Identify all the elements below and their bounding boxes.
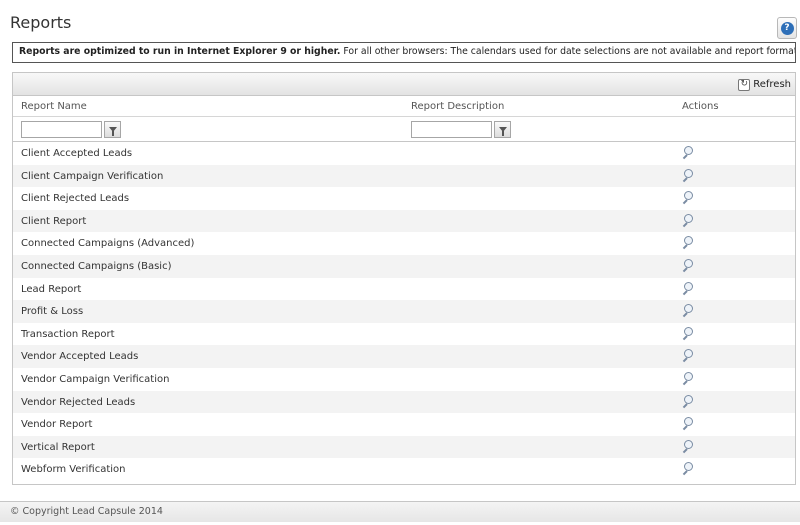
report-name-filter-input[interactable] xyxy=(21,121,102,138)
notice-bold-text: Reports are optimized to run in Internet… xyxy=(19,46,341,57)
help-icon: ? xyxy=(780,21,794,35)
report-name[interactable]: Client Accepted Leads xyxy=(21,148,132,159)
report-name[interactable]: Client Rejected Leads xyxy=(21,193,129,204)
magnifier-handle xyxy=(682,176,688,182)
report-name-filter-button[interactable] xyxy=(104,121,121,138)
report-name[interactable]: Connected Campaigns (Advanced) xyxy=(21,238,194,249)
report-name[interactable]: Transaction Report xyxy=(21,329,115,340)
view-report-button[interactable] xyxy=(682,304,696,318)
view-report-button[interactable] xyxy=(682,326,696,341)
view-report-button[interactable] xyxy=(682,213,696,228)
magnifier-handle xyxy=(682,380,688,386)
report-name[interactable]: Vendor Campaign Verification xyxy=(21,374,169,385)
report-description-filter-input[interactable] xyxy=(411,121,492,138)
report-name[interactable]: Lead Report xyxy=(21,284,81,295)
table-row: Transaction Report xyxy=(13,323,795,346)
refresh-label: Refresh xyxy=(753,79,791,90)
footer: © Copyright Lead Capsule 2014 xyxy=(0,501,800,522)
table-row: Client Rejected Leads xyxy=(13,187,795,210)
magnifier-handle xyxy=(682,222,688,228)
view-report-button[interactable] xyxy=(682,349,696,363)
table-row: Client Campaign Verification xyxy=(13,164,795,188)
magnifier-handle xyxy=(682,312,688,318)
magnifier-handle xyxy=(682,448,688,453)
filter-row xyxy=(13,117,795,142)
report-name[interactable]: Profit & Loss xyxy=(21,306,83,317)
table-row: Vendor Accepted Leads xyxy=(13,345,795,368)
magnifier-handle xyxy=(682,289,688,295)
magnifier-handle xyxy=(682,425,688,431)
view-report-button[interactable] xyxy=(682,439,696,454)
report-name[interactable]: Connected Campaigns (Basic) xyxy=(21,261,171,272)
table-row: Vendor Report xyxy=(13,413,795,436)
report-name[interactable]: Client Campaign Verification xyxy=(21,171,163,182)
help-button[interactable]: ? xyxy=(777,17,797,39)
view-report-button[interactable] xyxy=(682,146,696,160)
report-description-filter-button[interactable] xyxy=(494,121,511,138)
grid-header: Report Name Report Description Actions xyxy=(13,96,795,117)
report-name[interactable]: Vendor Rejected Leads xyxy=(21,397,135,408)
magnifier-handle xyxy=(682,199,688,205)
magnifier-handle xyxy=(682,244,688,250)
table-row: Lead Report xyxy=(13,278,795,301)
filter-icon xyxy=(498,127,507,136)
page-title: Reports xyxy=(10,13,72,32)
table-row: Vendor Rejected Leads xyxy=(13,390,795,414)
magnifier-handle xyxy=(682,335,688,340)
column-header-report-description[interactable]: Report Description xyxy=(411,101,504,112)
table-row: Client Report xyxy=(13,209,795,233)
view-report-button[interactable] xyxy=(682,258,696,273)
magnifier-icon xyxy=(684,394,693,404)
notice-text: For all other browsers: The calendars us… xyxy=(343,46,795,57)
filter-icon xyxy=(108,127,117,136)
magnifier-handle xyxy=(682,267,688,273)
view-report-button[interactable] xyxy=(682,281,696,296)
grid-toolbar: ↻ Refresh xyxy=(13,73,795,96)
table-row: Webform Verification xyxy=(13,458,795,481)
copyright-text: © Copyright Lead Capsule 2014 xyxy=(10,506,163,517)
table-row: Vertical Report xyxy=(13,435,795,459)
reports-list: Client Accepted Leads Client Campaign Ver… xyxy=(13,142,795,481)
report-name[interactable]: Vertical Report xyxy=(21,442,95,453)
view-report-button[interactable] xyxy=(682,417,696,431)
reports-grid: ↻ Refresh Report Name Report Description… xyxy=(12,72,796,485)
table-row: Client Accepted Leads xyxy=(13,142,795,165)
report-name[interactable]: Webform Verification xyxy=(21,464,125,475)
magnifier-handle xyxy=(682,402,688,408)
view-report-button[interactable] xyxy=(682,394,696,409)
refresh-icon: ↻ xyxy=(738,78,751,91)
view-report-button[interactable] xyxy=(682,191,696,205)
view-report-button[interactable] xyxy=(682,371,696,386)
magnifier-icon xyxy=(684,168,693,178)
report-name[interactable]: Vendor Report xyxy=(21,419,92,430)
magnifier-handle xyxy=(682,154,688,160)
table-row: Connected Campaigns (Basic) xyxy=(13,254,795,278)
table-row: Vendor Campaign Verification xyxy=(13,368,795,391)
magnifier-icon xyxy=(684,281,693,291)
report-name[interactable]: Client Report xyxy=(21,216,86,227)
view-report-button[interactable] xyxy=(682,462,696,476)
view-report-button[interactable] xyxy=(682,236,696,250)
refresh-button[interactable]: ↻ Refresh xyxy=(738,76,791,93)
column-header-report-name[interactable]: Report Name xyxy=(21,101,87,112)
table-row: Connected Campaigns (Advanced) xyxy=(13,232,795,255)
table-row: Profit & Loss xyxy=(13,300,795,323)
view-report-button[interactable] xyxy=(682,168,696,183)
column-header-actions: Actions xyxy=(682,101,719,112)
magnifier-handle xyxy=(682,470,688,476)
report-name[interactable]: Vendor Accepted Leads xyxy=(21,351,138,362)
browser-notice: Reports are optimized to run in Internet… xyxy=(12,42,796,63)
magnifier-handle xyxy=(682,357,688,363)
